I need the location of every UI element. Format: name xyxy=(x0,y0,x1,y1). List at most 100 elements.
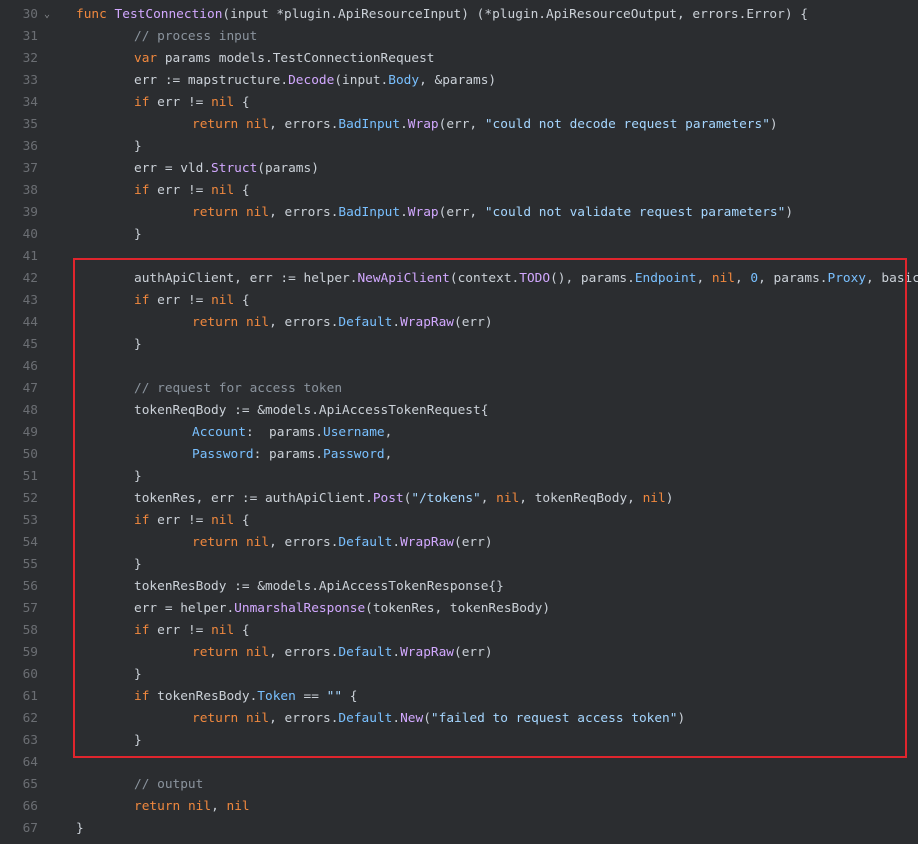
line-number: 63 xyxy=(22,733,38,748)
code-line[interactable]: 53 if err != nil { xyxy=(0,510,918,532)
code-line[interactable]: 33 err := mapstructure.Decode(input.Body,… xyxy=(0,70,918,92)
fold-chevron-icon[interactable]: ⌄ xyxy=(44,4,56,26)
code-line[interactable]: 59 return nil, errors.Default.WrapRaw(err… xyxy=(0,642,918,664)
code-text: return nil, errors.Default.WrapRaw(err) xyxy=(192,532,493,554)
code-token: nil xyxy=(226,799,250,814)
code-text: } xyxy=(134,334,142,356)
code-line[interactable]: 52 tokenRes, err := authApiClient.Post("/… xyxy=(0,488,918,510)
code-text: // output xyxy=(134,774,203,796)
code-token: (input *plugin.ApiResourceInput) (*plugi… xyxy=(222,7,808,22)
code-line[interactable]: 37 err = vld.Struct(params) xyxy=(0,158,918,180)
code-line[interactable]: 60} xyxy=(0,664,918,686)
code-token: return xyxy=(192,315,239,330)
code-token: ( xyxy=(423,711,431,726)
code-line[interactable]: 64 xyxy=(0,752,918,774)
code-line[interactable]: 44 return nil, errors.Default.WrapRaw(err… xyxy=(0,312,918,334)
code-line[interactable]: 43 if err != nil { xyxy=(0,290,918,312)
code-text: return nil, errors.Default.WrapRaw(err) xyxy=(192,642,493,664)
code-token: nil xyxy=(211,513,235,528)
code-text: if err != nil { xyxy=(134,510,250,532)
code-line[interactable]: 57 err = helper.UnmarshalResponse(tokenRe… xyxy=(0,598,918,620)
code-token: err != xyxy=(149,95,212,110)
code-token: , xyxy=(696,271,712,286)
code-line[interactable]: 42 authApiClient, err := helper.NewApiCli… xyxy=(0,268,918,290)
code-token: "/tokens" xyxy=(411,491,481,506)
code-text: return nil, errors.BadInput.Wrap(err, "c… xyxy=(192,202,793,224)
code-token: Proxy xyxy=(827,271,867,286)
code-line[interactable]: 54 return nil, errors.Default.WrapRaw(err… xyxy=(0,532,918,554)
line-number: 43 xyxy=(22,293,38,308)
code-line[interactable]: 67} xyxy=(0,818,918,840)
code-token: err != xyxy=(149,623,212,638)
code-token: (input. xyxy=(334,73,389,88)
code-text: tokenResBody := &models.ApiAccessTokenRe… xyxy=(134,576,504,598)
code-line[interactable]: 65 // output xyxy=(0,774,918,796)
code-token: Decode xyxy=(288,73,335,88)
code-token: (err) xyxy=(454,315,493,330)
code-line[interactable]: 47 // request for access token xyxy=(0,378,918,400)
code-token: (params) xyxy=(257,161,319,176)
code-line[interactable]: 36} xyxy=(0,136,918,158)
code-line[interactable]: 38 if err != nil { xyxy=(0,180,918,202)
code-token: , xyxy=(384,447,393,462)
code-token: // process input xyxy=(134,29,258,44)
code-token: err := mapstructure. xyxy=(134,73,289,88)
code-line[interactable]: 50 Password: params.Password, xyxy=(0,444,918,466)
code-line[interactable]: 62 return nil, errors.Default.New("failed… xyxy=(0,708,918,730)
code-text: func TestConnection(input *plugin.ApiRes… xyxy=(76,4,808,26)
line-number: 62 xyxy=(22,711,38,726)
code-token: (tokenRes, tokenResBody) xyxy=(365,601,551,616)
code-token: "" xyxy=(326,689,343,704)
code-line[interactable]: 55} xyxy=(0,554,918,576)
code-token: , errors. xyxy=(269,535,339,550)
code-text: if err != nil { xyxy=(134,290,250,312)
code-line[interactable]: 58 if err != nil { xyxy=(0,620,918,642)
code-line[interactable]: 32 var params models.TestConnectionReques… xyxy=(0,48,918,70)
code-editor[interactable]: 30 ⌄ func TestConnection(input *plugin.Api… xyxy=(0,0,918,844)
line-number: 65 xyxy=(22,777,38,792)
code-text: err = vld.Struct(params) xyxy=(134,158,319,180)
code-token: (err) xyxy=(454,645,493,660)
code-text: } xyxy=(134,136,142,158)
code-line[interactable]: 51} xyxy=(0,466,918,488)
code-line[interactable]: 31 // process input xyxy=(0,26,918,48)
code-token: "could not decode request parameters" xyxy=(484,117,770,132)
code-line[interactable]: 56 tokenResBody := &models.ApiAccessToken… xyxy=(0,576,918,598)
code-token: nil xyxy=(245,535,270,550)
code-line[interactable]: 41 xyxy=(0,246,918,268)
code-line[interactable]: 35 return nil, errors.BadInput.Wrap(err, … xyxy=(0,114,918,136)
code-token: if xyxy=(134,513,150,528)
code-line[interactable]: 61 if tokenResBody.Token == "" { xyxy=(0,686,918,708)
code-line[interactable]: 34 if err != nil { xyxy=(0,92,918,114)
code-text: } xyxy=(134,466,142,488)
code-token: Post xyxy=(372,491,404,506)
code-token: (err, xyxy=(438,205,485,220)
code-token: , errors. xyxy=(269,205,339,220)
code-token: { xyxy=(234,95,250,110)
code-line[interactable]: 45} xyxy=(0,334,918,356)
code-token: Default xyxy=(338,315,393,330)
code-text: } xyxy=(76,818,84,840)
code-text: authApiClient, err := helper.NewApiClien… xyxy=(134,268,918,290)
code-line[interactable]: 63} xyxy=(0,730,918,752)
code-line[interactable]: 46 xyxy=(0,356,918,378)
code-token: , errors. xyxy=(269,711,339,726)
code-line[interactable]: 39 return nil, errors.BadInput.Wrap(err, … xyxy=(0,202,918,224)
code-line[interactable]: 49 Account: params.Username, xyxy=(0,422,918,444)
line-number: 47 xyxy=(22,381,38,396)
code-token: nil xyxy=(245,205,270,220)
code-token: return xyxy=(192,535,239,550)
code-line[interactable]: 30 ⌄ func TestConnection(input *plugin.Api… xyxy=(0,4,918,26)
line-number: 40 xyxy=(22,227,38,242)
line-number: 52 xyxy=(22,491,38,506)
code-token: , params. xyxy=(758,271,828,286)
line-number: 59 xyxy=(22,645,38,660)
line-number: 67 xyxy=(22,821,38,836)
line-number: 57 xyxy=(22,601,38,616)
code-line[interactable]: 48 tokenReqBody := &models.ApiAccessToken… xyxy=(0,400,918,422)
code-token: (context. xyxy=(449,271,520,286)
code-token: nil xyxy=(211,293,235,308)
code-line[interactable]: 66 return nil, nil xyxy=(0,796,918,818)
code-line[interactable]: 40} xyxy=(0,224,918,246)
